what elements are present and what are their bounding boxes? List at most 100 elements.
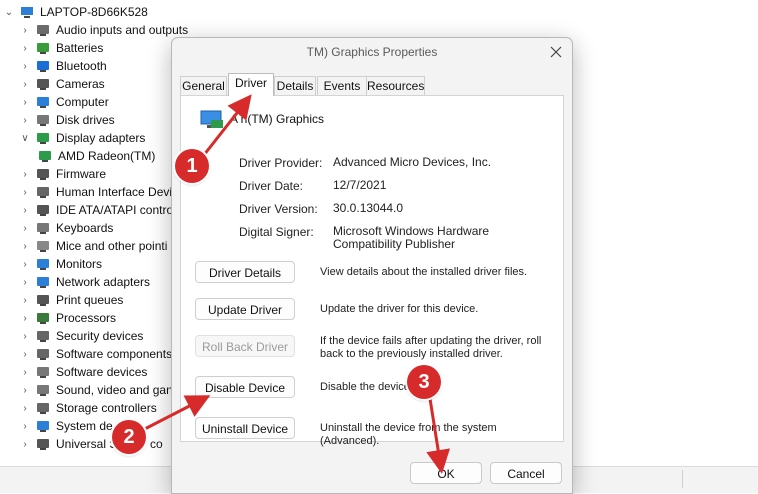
tab-resources[interactable]: Resources xyxy=(366,76,425,95)
software-component-icon xyxy=(36,347,50,361)
chevron-right-icon[interactable]: › xyxy=(20,295,30,306)
tree-item[interactable]: › Keyboards xyxy=(20,219,113,237)
processor-icon xyxy=(36,311,50,325)
tree-item[interactable]: › Bluetooth xyxy=(20,57,107,75)
step-badge-3: 3 xyxy=(407,365,441,399)
tree-item[interactable]: › System de xyxy=(20,417,113,435)
chevron-right-icon[interactable]: › xyxy=(20,79,30,90)
tree-item-label: Network adapters xyxy=(56,275,151,289)
sound-icon xyxy=(36,383,50,397)
tree-item[interactable]: › Network adapters xyxy=(20,273,150,291)
tree-item[interactable]: › Firmware xyxy=(20,165,106,183)
tree-root-label: LAPTOP-8D66K528 xyxy=(40,5,148,19)
chevron-right-icon[interactable]: › xyxy=(20,115,30,126)
update-driver-button[interactable]: Update Driver xyxy=(195,298,295,320)
tree-item-label: Print queues xyxy=(56,293,124,307)
ok-button[interactable]: OK xyxy=(410,462,482,484)
chevron-right-icon[interactable]: › xyxy=(20,205,30,216)
disable-device-button[interactable]: Disable Device xyxy=(195,376,295,398)
tree-item[interactable]: › Storage controllers xyxy=(20,399,157,417)
tree-item-label: Processors xyxy=(56,311,117,325)
camera-icon xyxy=(36,77,50,91)
tree-item-label: System de xyxy=(56,419,113,433)
tree-item[interactable]: › Human Interface Devi xyxy=(20,183,172,201)
uninstall-device-button[interactable]: Uninstall Device xyxy=(195,417,295,439)
chevron-right-icon[interactable]: › xyxy=(20,439,30,450)
tree-item[interactable]: AMD Radeon(TM) xyxy=(38,147,155,165)
tree-root[interactable]: ⌄ LAPTOP-8D66K528 xyxy=(4,3,148,21)
properties-dialog: TM) Graphics Properties General Driver D… xyxy=(171,37,573,494)
prop-value: Microsoft Windows Hardware Compatibility… xyxy=(333,224,490,251)
tree-item[interactable]: › Software components xyxy=(20,345,172,363)
tree-item[interactable]: › Security devices xyxy=(20,327,143,345)
tree-item-label: Disk drives xyxy=(56,113,115,127)
chevron-right-icon[interactable]: › xyxy=(20,43,30,54)
prop-label: Driver Date: xyxy=(239,179,304,193)
battery-icon xyxy=(36,41,50,55)
mouse-icon xyxy=(36,239,50,253)
chevron-right-icon[interactable]: › xyxy=(20,169,30,180)
tree-item-label: Audio inputs and outputs xyxy=(56,23,189,37)
tree-item[interactable]: › Mice and other pointi xyxy=(20,237,167,255)
chevron-right-icon[interactable]: › xyxy=(20,259,30,270)
tree-item[interactable]: › Print queues xyxy=(20,291,123,309)
computer-icon xyxy=(36,95,50,109)
chevron-right-icon[interactable]: › xyxy=(20,25,30,36)
tree-item[interactable]: › Cameras xyxy=(20,75,104,93)
tree-item-label: Storage controllers xyxy=(56,401,157,415)
prop-label: Driver Provider: xyxy=(239,156,323,170)
tree-item[interactable]: › Processors xyxy=(20,309,116,327)
tree-item-label: Mice and other pointi xyxy=(56,239,168,253)
chevron-down-icon[interactable]: ∨ xyxy=(20,133,30,144)
status-segment xyxy=(572,470,683,488)
chevron-right-icon[interactable]: › xyxy=(20,385,30,396)
keyboard-icon xyxy=(36,221,50,235)
step-badge-1: 1 xyxy=(175,149,209,183)
close-icon[interactable] xyxy=(548,44,564,60)
chevron-right-icon[interactable]: › xyxy=(20,187,30,198)
tree-item[interactable]: › Sound, video and gan xyxy=(20,381,172,399)
cancel-button[interactable]: Cancel xyxy=(490,462,562,484)
chevron-down-icon[interactable]: ⌄ xyxy=(4,7,14,18)
usb-icon xyxy=(36,437,50,451)
tree-item[interactable]: › Computer xyxy=(20,93,108,111)
prop-value: 12/7/2021 xyxy=(333,178,387,192)
chevron-right-icon[interactable]: › xyxy=(20,313,30,324)
chevron-right-icon[interactable]: › xyxy=(20,61,30,72)
tree-item[interactable]: › Audio inputs and outputs xyxy=(20,21,188,39)
roll-back-driver-button[interactable]: Roll Back Driver xyxy=(195,335,295,357)
chevron-right-icon[interactable]: › xyxy=(20,421,30,432)
device-name: A n(TM) Graphics xyxy=(230,112,325,126)
tree-item-label: Bluetooth xyxy=(56,59,107,73)
chevron-right-icon[interactable]: › xyxy=(20,223,30,234)
tree-item[interactable]: › Disk drives xyxy=(20,111,115,129)
tab-general[interactable]: General xyxy=(180,76,227,95)
chevron-right-icon[interactable]: › xyxy=(20,349,30,360)
security-icon xyxy=(36,329,50,343)
tree-item[interactable]: › Universal S xyxy=(20,435,117,453)
chevron-right-icon[interactable]: › xyxy=(20,331,30,342)
tree-item-label: Security devices xyxy=(56,329,144,343)
chevron-right-icon[interactable]: › xyxy=(20,367,30,378)
tree-item-label: Software devices xyxy=(56,365,148,379)
tree-item[interactable]: › Monitors xyxy=(20,255,102,273)
prop-value: 30.0.13044.0 xyxy=(333,201,404,215)
tab-events[interactable]: Events xyxy=(317,76,367,95)
driver-details-button[interactable]: Driver Details xyxy=(195,261,295,283)
ide-icon xyxy=(36,203,50,217)
action-desc: Uninstall the device from the system (Ad… xyxy=(320,422,497,447)
partial-label: co xyxy=(150,437,163,451)
chevron-right-icon[interactable]: › xyxy=(20,241,30,252)
tree-item[interactable]: ∨ Display adapters xyxy=(20,129,145,147)
display-adapter-icon xyxy=(199,108,225,135)
tab-details[interactable]: Details xyxy=(274,76,316,95)
chevron-right-icon[interactable]: › xyxy=(20,277,30,288)
tree-item[interactable]: › Software devices xyxy=(20,363,147,381)
chevron-right-icon[interactable]: › xyxy=(20,403,30,414)
printer-icon xyxy=(36,293,50,307)
tab-driver[interactable]: Driver xyxy=(228,73,274,96)
tree-item[interactable]: › IDE ATA/ATAPI contro xyxy=(20,201,173,219)
tree-item[interactable]: › Batteries xyxy=(20,39,103,57)
dialog-title: TM) Graphics Properties xyxy=(306,45,438,59)
chevron-right-icon[interactable]: › xyxy=(20,97,30,108)
